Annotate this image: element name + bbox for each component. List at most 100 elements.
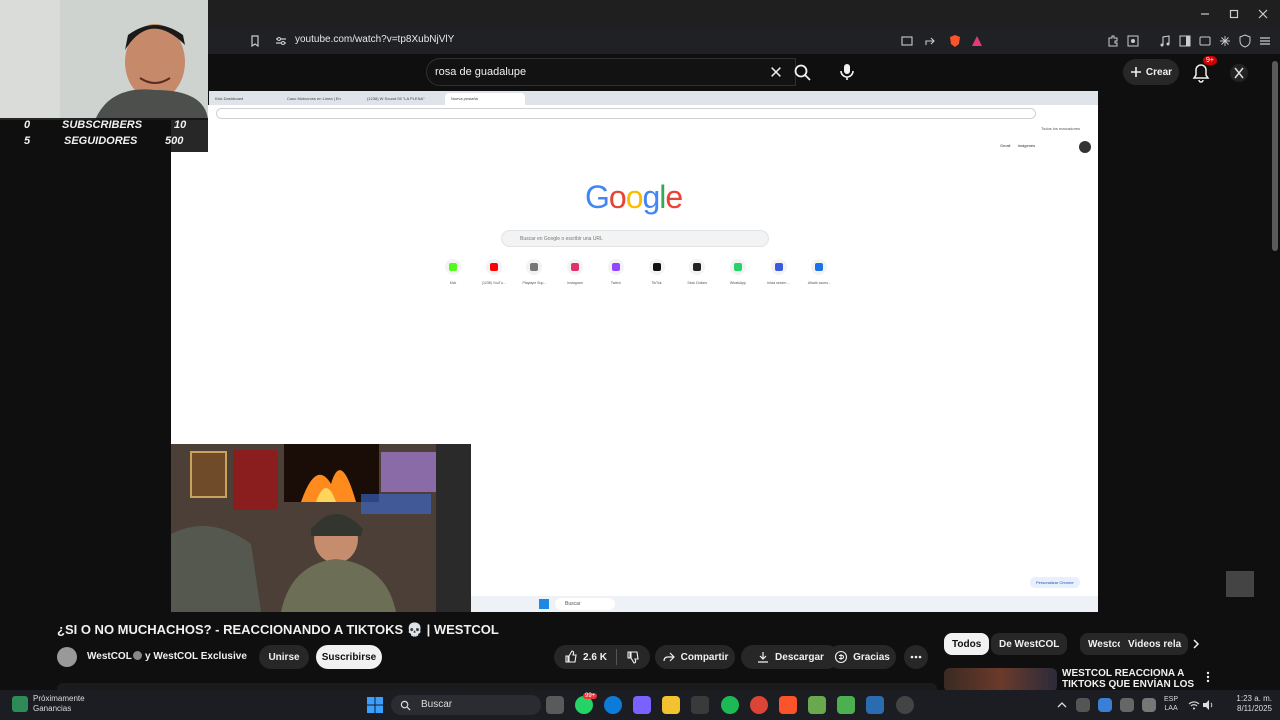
channel-avatar[interactable] (57, 647, 77, 667)
images-link: Imágenes (1017, 143, 1036, 148)
windows-taskbar: Próximamente Ganancias Buscar 99+ ESP LA… (0, 690, 1280, 720)
shortcut-logo (733, 263, 742, 271)
chip-related[interactable]: Videos rela (1120, 633, 1188, 655)
shortcut-label: WhatsApp (729, 281, 746, 285)
media-icon[interactable] (1158, 34, 1172, 48)
maximize-icon[interactable] (1227, 7, 1241, 21)
chip-all[interactable]: Todos (944, 633, 990, 655)
tray-app-icon[interactable] (1076, 698, 1090, 712)
shortcut-tile: Stoic Dollars (678, 259, 716, 285)
subscribers-goal: 0 SUBSCRIBERS 10 (0, 118, 208, 134)
share-icon[interactable] (923, 34, 937, 48)
share-label: Compartir (680, 651, 729, 663)
logo-letter: e (665, 179, 683, 215)
menu-icon[interactable] (1258, 34, 1272, 48)
url-text[interactable]: youtube.com/watch?v=tp8XubNjVlY (295, 34, 454, 45)
bell-icon (1192, 64, 1210, 83)
chip-from-westcol[interactable]: De WestCOL (991, 633, 1068, 655)
cast-icon[interactable] (900, 34, 914, 48)
recommended-video-thumbnail[interactable] (944, 668, 1057, 692)
recommended-more-button[interactable] (1203, 670, 1213, 684)
share-button[interactable]: Compartir (655, 645, 735, 669)
shortcut-tile: WhatsApp (719, 259, 757, 285)
store-icon[interactable] (691, 696, 709, 714)
site-settings-icon[interactable] (274, 34, 288, 48)
join-button[interactable]: Unirse (259, 645, 309, 669)
extensions-icon[interactable] (1106, 34, 1120, 48)
language-indicator[interactable]: ESP LAA (1164, 695, 1178, 713)
wallet-icon[interactable] (1198, 34, 1212, 48)
wifi-icon[interactable] (1188, 699, 1200, 711)
shortcut-icon (689, 259, 706, 275)
brave-icon[interactable] (779, 696, 797, 714)
subscribe-button[interactable]: Suscribirse (316, 645, 382, 669)
super-thanks-icon (835, 650, 848, 664)
address-bar[interactable]: youtube.com/watch?v=tp8XubNjVlY (208, 28, 1280, 54)
sidebar-icon[interactable] (1178, 34, 1192, 48)
mini-thumbnail[interactable] (1226, 571, 1254, 597)
google-top-links: Gmail Imágenes (1000, 143, 1035, 148)
leo-ai-icon[interactable] (1218, 34, 1232, 48)
tray-app-icon[interactable] (1120, 698, 1134, 712)
close-window-icon[interactable] (1256, 7, 1270, 21)
thanks-button[interactable]: Gracias (828, 645, 896, 669)
bookmark-icon[interactable] (248, 34, 262, 48)
news-widget[interactable]: Próximamente Ganancias (33, 694, 85, 714)
spotify-icon[interactable] (721, 696, 739, 714)
language-code: ESP (1164, 696, 1179, 703)
clear-search-icon[interactable] (769, 65, 785, 81)
thumbs-down-icon[interactable] (626, 650, 640, 664)
more-horizontal-icon (910, 655, 922, 659)
microphone-icon[interactable] (1142, 698, 1156, 712)
like-button[interactable]: 2.6 K (564, 650, 607, 664)
windows-search[interactable]: Buscar (391, 695, 541, 715)
scrollbar-thumb[interactable] (1272, 61, 1278, 251)
followers-goal: 5 SEGUIDORES 500 (0, 134, 208, 150)
verified-icon (133, 651, 142, 660)
more-actions-button[interactable] (904, 645, 928, 669)
shortcut-icon (526, 259, 543, 275)
logo-letter: o (625, 179, 644, 215)
subscribers-count: 0 (24, 119, 31, 131)
task-view-icon[interactable] (546, 696, 564, 714)
inner-omnibox (216, 108, 1036, 119)
weather-widget-icon[interactable] (12, 696, 28, 712)
youtube-search-input[interactable]: rosa de guadalupe (426, 58, 796, 86)
collab-channel[interactable]: y WestCOL Exclusive (145, 651, 247, 662)
system-clock[interactable]: 1:23 a. m. 8/11/2025 (1200, 694, 1272, 714)
chips-next-button[interactable] (1189, 637, 1203, 651)
shortcut-tile: Kick (434, 259, 472, 285)
tray-expand-icon[interactable] (1056, 699, 1068, 711)
shortcut-logo (530, 263, 539, 271)
recommended-video-title[interactable]: WESTCOL REACCIONA A TIKTOKS QUE ENVÍAN L… (1062, 668, 1212, 690)
copilot-icon[interactable] (633, 696, 651, 714)
channel-name[interactable]: WestCOL (87, 651, 132, 662)
download-button[interactable]: Descargar (741, 645, 839, 669)
video-player[interactable]: Kick Dashboard Caso Motocross en Línea |… (171, 91, 1098, 612)
voice-search-button[interactable] (835, 60, 859, 84)
file-explorer-icon[interactable] (662, 696, 680, 714)
app-icon[interactable] (837, 696, 855, 714)
chrome-icon[interactable] (750, 696, 768, 714)
vpn-icon[interactable] (1238, 34, 1252, 48)
channel-actions-row: WestCOL y WestCOL Exclusive Unirse Suscr… (57, 645, 937, 669)
brave-shield-icon[interactable] (948, 34, 962, 48)
minimize-icon[interactable] (1198, 7, 1212, 21)
edge-icon[interactable] (604, 696, 622, 714)
start-button[interactable] (366, 696, 384, 714)
brave-rewards-icon[interactable] (970, 34, 984, 48)
shortcut-label: TikTok (651, 281, 662, 285)
minecraft-icon[interactable] (808, 696, 826, 714)
search-button[interactable] (788, 58, 816, 86)
download-label: Descargar (775, 651, 824, 663)
avatar[interactable] (1230, 64, 1248, 82)
notifications-button[interactable] (1190, 62, 1212, 84)
obs-icon[interactable] (896, 696, 914, 714)
notification-count-badge: 9+ (1203, 56, 1217, 65)
search-query[interactable]: rosa de guadalupe (435, 66, 526, 78)
create-button[interactable]: Crear (1123, 59, 1179, 85)
tray-app-icon[interactable] (1098, 698, 1112, 712)
shortcut-logo (489, 263, 498, 271)
screenshot-icon[interactable] (1126, 34, 1140, 48)
capcut-icon[interactable] (866, 696, 884, 714)
